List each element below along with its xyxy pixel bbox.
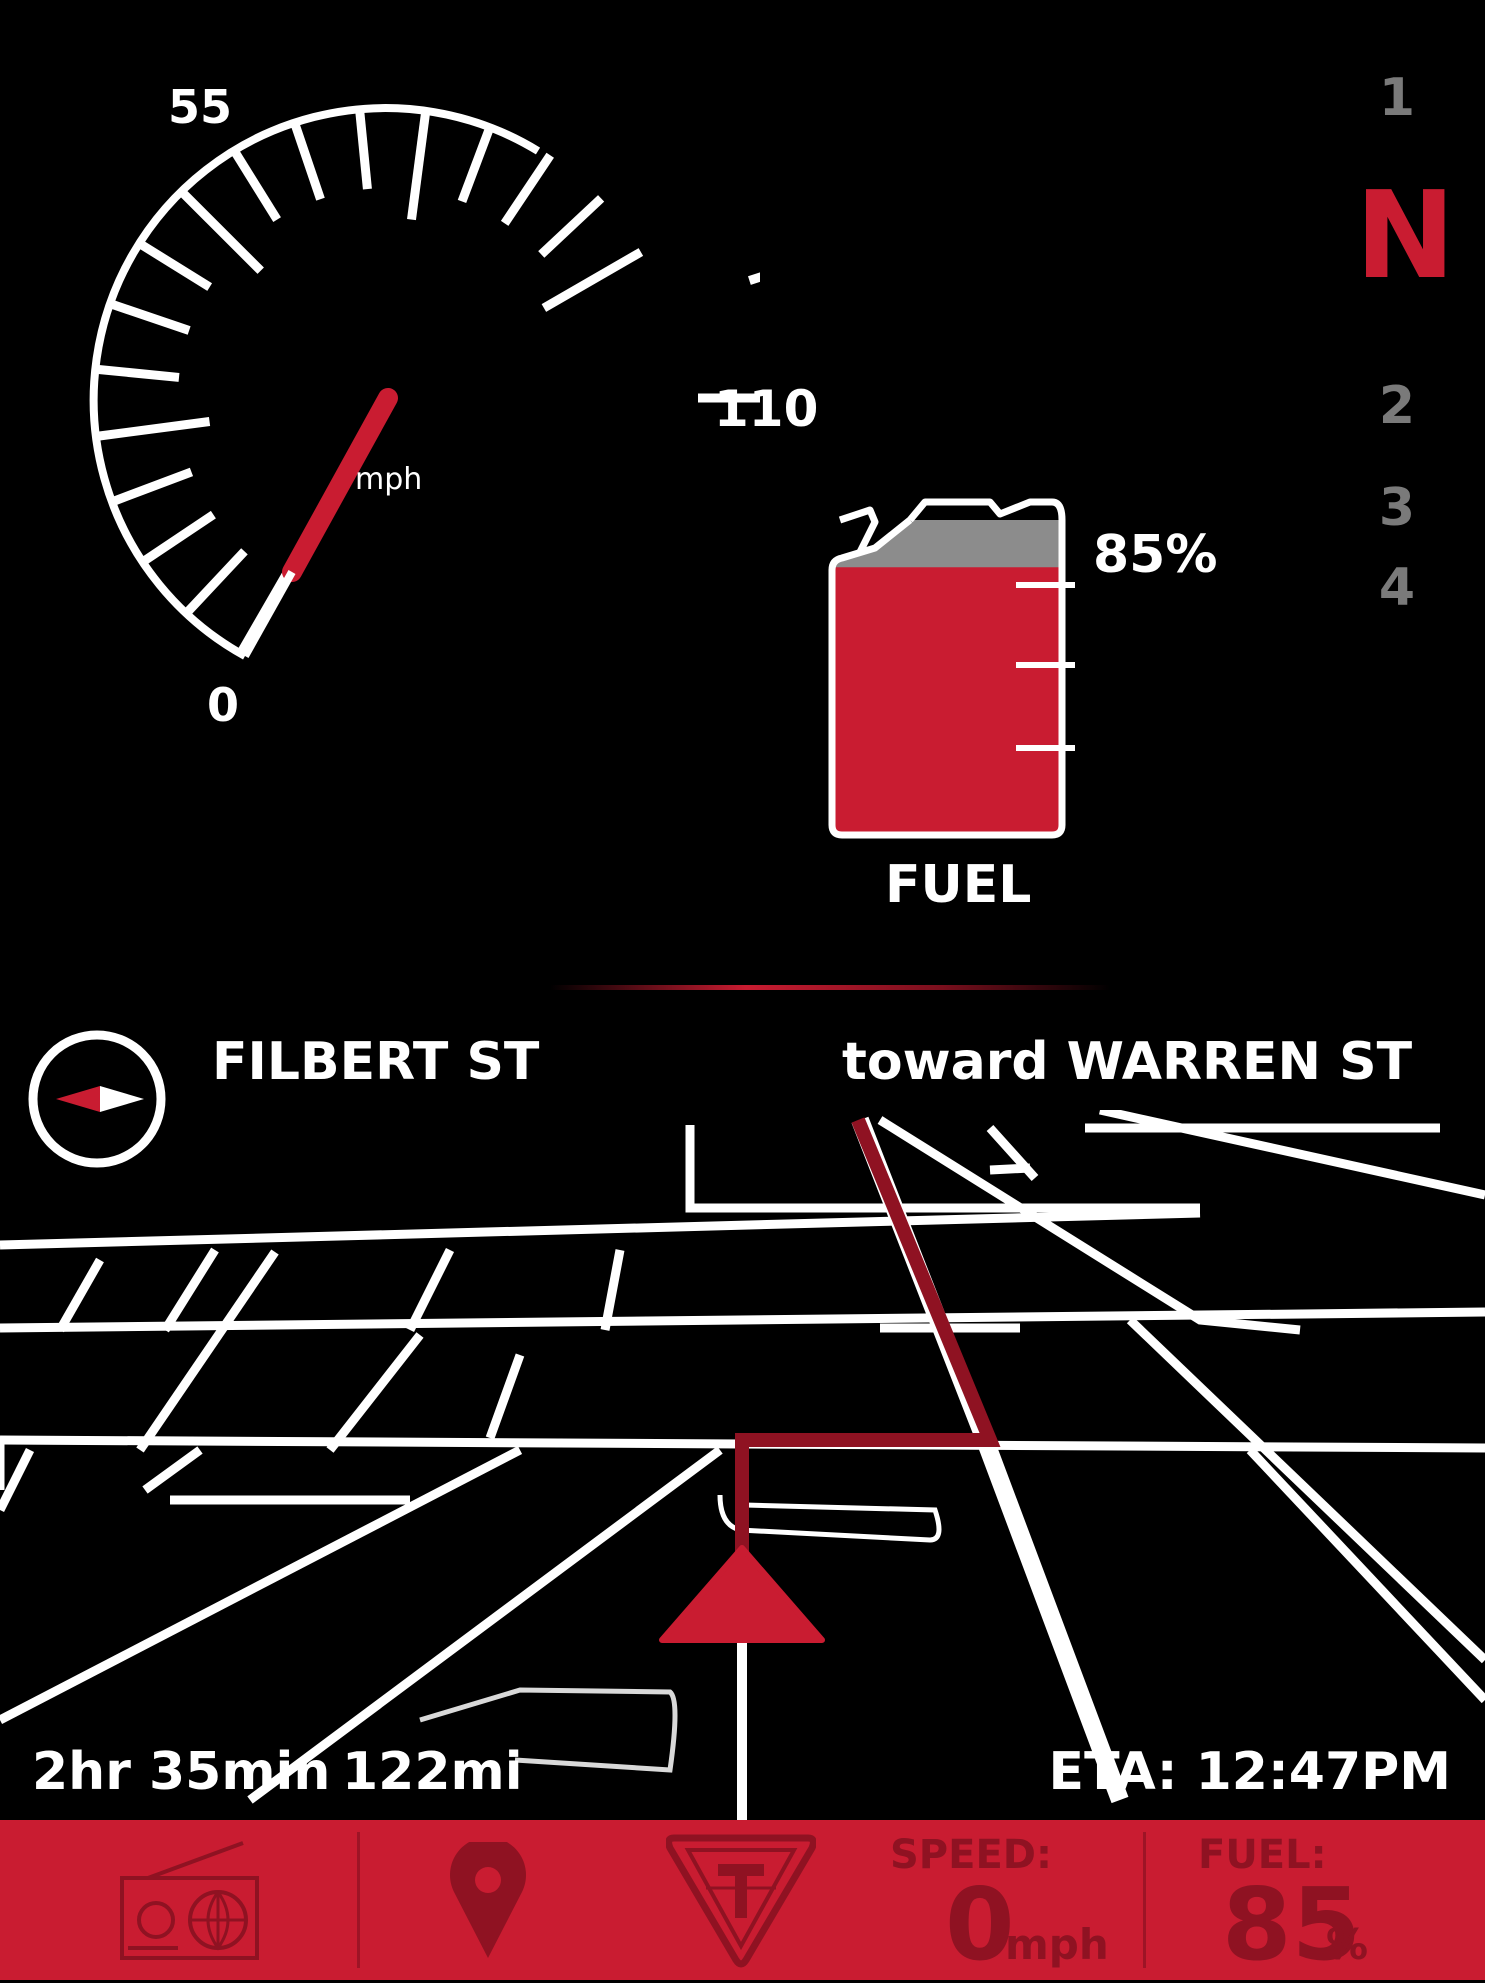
- speedometer-tick: [289, 120, 325, 201]
- speedometer-tick: [354, 106, 372, 190]
- speedometer-tick: [96, 364, 180, 382]
- toolbar-separator: [357, 1832, 360, 1968]
- speedometer-ticks: [96, 106, 760, 654]
- fuel-can-spout: [838, 506, 879, 554]
- navigation-map[interactable]: [0, 1110, 1485, 1820]
- speedometer-tick: [185, 548, 248, 615]
- fuel-unit: %: [1326, 1920, 1369, 1969]
- current-street-label: FILBERT ST: [212, 1032, 540, 1092]
- route-line: [735, 1117, 1001, 1580]
- section-divider: [550, 985, 1110, 990]
- speedometer-tick: [541, 248, 644, 312]
- speedometer-tick: [178, 188, 264, 274]
- fuel-can-icon: [828, 498, 1075, 839]
- speedometer-tick: [97, 417, 211, 441]
- speed-label-0: 0: [207, 678, 240, 732]
- trip-duration-label: 2hr 35min: [32, 1742, 331, 1802]
- speedometer-tick: [137, 239, 213, 291]
- speed-label-110: 110: [714, 380, 819, 438]
- location-pin-icon[interactable]: [448, 1842, 528, 1960]
- triumph-logo-icon[interactable]: [666, 1828, 816, 1968]
- speed-label-55: 55: [168, 80, 233, 134]
- speedometer-tick: [748, 272, 760, 285]
- speedometer-tick: [110, 299, 191, 335]
- fuel-percent-label: 85%: [1093, 525, 1218, 585]
- speedometer-tick: [538, 195, 605, 258]
- radio-icon[interactable]: [118, 1838, 263, 1963]
- toolbar-separator: [1143, 1832, 1146, 1968]
- speedometer-gauge: [89, 104, 760, 660]
- gear-2: 2: [1378, 376, 1416, 436]
- speedometer-tick: [113, 467, 194, 506]
- gear-1: 1: [1378, 68, 1416, 128]
- gear-indicator: 1 N 2 3 4: [1355, 0, 1485, 660]
- speed-unit: mph: [1005, 1920, 1109, 1969]
- bottom-toolbar: SPEED: 0 mph FUEL: 85 %: [0, 1820, 1485, 1980]
- fuel-title-label: FUEL: [885, 855, 1032, 915]
- eta-label: ETA: 12:47PM: [1048, 1742, 1451, 1802]
- speedometer-tick: [457, 123, 496, 204]
- fuel-level-fill: [832, 567, 1062, 835]
- position-arrow-icon: [659, 1545, 825, 1643]
- speed-unit-label: mph: [355, 462, 423, 497]
- gear-neutral: N: [1355, 167, 1456, 306]
- speedometer-tick: [142, 510, 216, 564]
- map-block-outline-1: [717, 1494, 942, 1543]
- trip-distance-label: 122mi: [342, 1742, 523, 1802]
- speedometer-tick: [229, 147, 281, 223]
- speedometer-tick: [500, 152, 554, 226]
- gear-4: 4: [1378, 558, 1416, 618]
- speedometer-tick: [407, 107, 431, 221]
- gear-3: 3: [1378, 478, 1416, 538]
- toward-street-label: toward WARREN ST: [842, 1032, 1413, 1092]
- speedometer-needle-tail: [241, 570, 296, 658]
